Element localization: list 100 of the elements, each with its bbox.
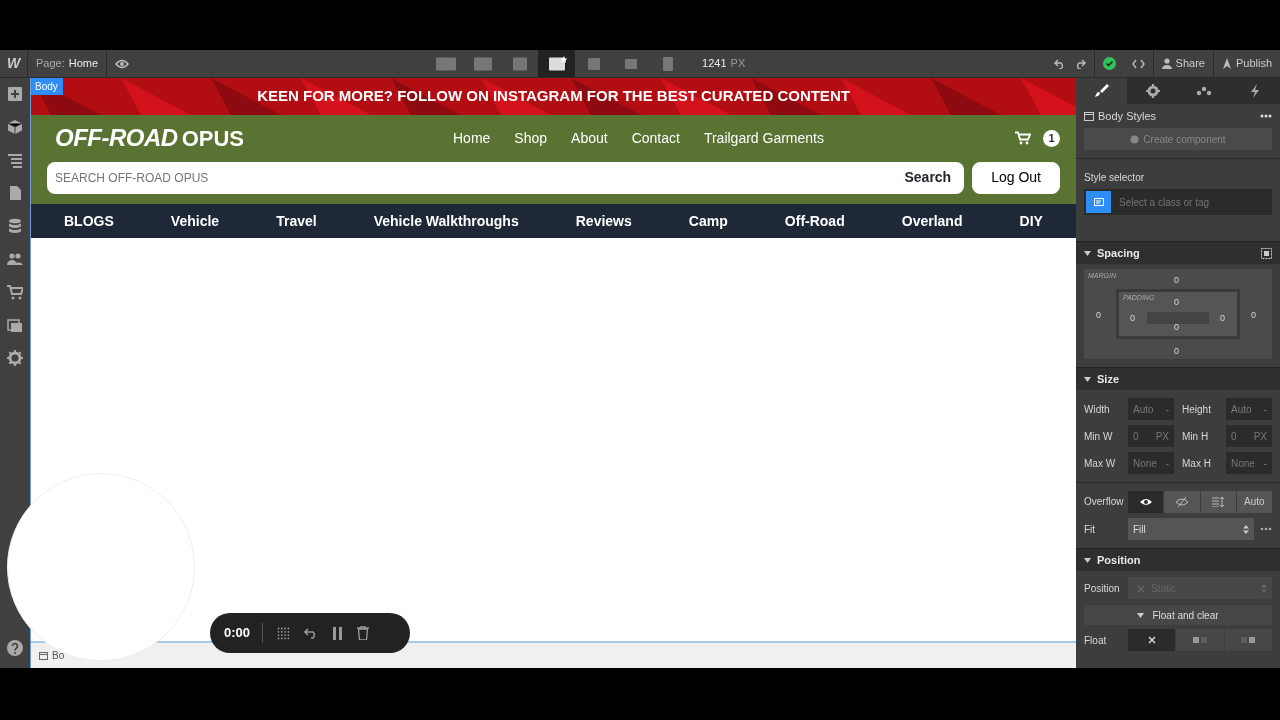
banner-text: KEEN FOR MORE? FOLLOW ON INSTAGRAM FOR THE BEST CURATED CONTENT	[257, 86, 850, 107]
style-title: Body Styles	[1098, 108, 1157, 124]
field-label: Min W	[1084, 429, 1114, 444]
fit-select[interactable]: Fill	[1128, 518, 1254, 540]
field-label: Fit	[1084, 522, 1097, 537]
category-link[interactable]: Travel	[276, 210, 317, 232]
spacing-value[interactable]: 0	[1130, 312, 1135, 326]
rocket-icon	[1221, 58, 1232, 69]
users-icon[interactable]	[7, 251, 23, 267]
nav-link[interactable]: Contact	[631, 127, 680, 149]
overflow-option[interactable]	[1128, 490, 1164, 513]
field-label: Max H	[1182, 456, 1212, 471]
spacing-value[interactable]: 0	[1096, 309, 1101, 323]
logo: W	[0, 50, 28, 77]
caret-icon	[1137, 612, 1145, 618]
code-icon[interactable]	[1131, 58, 1145, 69]
page-icon[interactable]	[7, 185, 23, 201]
pause-icon[interactable]	[332, 626, 344, 640]
device-icon	[434, 55, 457, 72]
device-icon	[471, 55, 494, 72]
panel-tab[interactable]	[1127, 78, 1178, 104]
section-title: Size	[1097, 371, 1119, 387]
field-label: Height	[1182, 402, 1212, 417]
category-link[interactable]: DIY	[1019, 210, 1043, 232]
spacing-value[interactable]: 0	[1174, 320, 1179, 334]
category-link[interactable]: Vehicle Walkthroughs	[373, 210, 519, 232]
breakpoint-button[interactable]	[538, 50, 576, 77]
nav-link[interactable]: Home	[453, 127, 491, 149]
field-label: Position	[1084, 581, 1121, 596]
field-label: Float	[1084, 633, 1108, 648]
category-link[interactable]: Off-Road	[784, 210, 845, 232]
cube-icon[interactable]	[7, 119, 23, 135]
component-icon	[1130, 134, 1140, 144]
field-label: Min H	[1182, 429, 1210, 444]
cart-icon[interactable]	[7, 284, 23, 300]
recording-time: 0:00	[224, 623, 264, 643]
select-arrows-icon	[1261, 583, 1267, 593]
section-title: Position	[1097, 552, 1141, 568]
layers-icon[interactable]	[7, 152, 23, 168]
trash-icon[interactable]	[357, 626, 370, 640]
category-link[interactable]: Vehicle	[170, 210, 220, 232]
category-link[interactable]: Reviews	[575, 210, 632, 232]
canvas-width: 1241	[702, 56, 727, 72]
nav-link[interactable]: About	[571, 127, 608, 149]
caret-icon	[1084, 557, 1091, 563]
style-selector-field[interactable]: Select a class or tag	[1117, 193, 1257, 211]
eye-icon[interactable]	[115, 59, 130, 70]
float-left-icon	[1193, 636, 1207, 644]
scroll-icon	[1211, 496, 1226, 507]
logo-wordmark: OFF-ROAD	[55, 123, 178, 153]
spacing-value[interactable]: 0	[1174, 344, 1179, 358]
publish-button[interactable]: Publish	[1212, 50, 1280, 77]
nav-link[interactable]: Shop	[514, 127, 548, 149]
add-icon[interactable]	[7, 86, 23, 102]
spacing-mode-icon[interactable]	[1261, 247, 1272, 259]
cart-icon[interactable]	[1015, 131, 1031, 145]
element-icon	[39, 651, 48, 660]
spacing-value[interactable]: 0	[1220, 312, 1225, 326]
undo-icon[interactable]	[1053, 58, 1066, 69]
element-tag: Body	[31, 78, 63, 95]
float-right-icon	[1241, 636, 1256, 644]
logout-button[interactable]: Log Out	[972, 161, 1060, 194]
category-link[interactable]: Overland	[901, 210, 963, 232]
settings-icon[interactable]	[7, 350, 23, 366]
search-field[interactable]: SEARCH OFF-ROAD OPUS Search	[47, 161, 965, 194]
caret-icon	[1084, 376, 1091, 382]
field-label: Style selector	[1084, 171, 1146, 185]
spacing-value[interactable]: 0	[1174, 296, 1179, 310]
share-button[interactable]: Share	[1152, 50, 1213, 77]
more-icon[interactable]	[1260, 527, 1272, 531]
selector-icon	[1093, 198, 1104, 206]
help-icon[interactable]	[7, 640, 23, 656]
database-icon[interactable]	[7, 218, 23, 234]
eye-icon	[1138, 496, 1153, 507]
field-label: Overflow	[1084, 495, 1125, 509]
spacing-value[interactable]: 0	[1251, 309, 1256, 323]
style-selector[interactable]: Select a class or tag	[1084, 189, 1272, 215]
caret-icon	[1084, 250, 1091, 256]
status-check-icon[interactable]	[1102, 57, 1116, 70]
grid-icon[interactable]	[277, 626, 291, 640]
field-label: Width	[1084, 402, 1111, 417]
images-icon[interactable]	[7, 317, 23, 333]
logo-wordmark: OPUS	[181, 125, 244, 153]
spacing-value[interactable]: 0	[1174, 274, 1179, 288]
page-name[interactable]: Home	[68, 55, 99, 72]
more-icon[interactable]	[1260, 114, 1272, 118]
settings-icon	[1144, 83, 1161, 99]
clear-icon	[1137, 584, 1145, 593]
search-button[interactable]: Search	[891, 160, 965, 195]
overflow-option[interactable]: Auto	[1236, 490, 1272, 513]
field-label: Max W	[1084, 456, 1117, 471]
breadcrumb-item[interactable]: Bo	[52, 648, 65, 663]
eye-slash-icon	[1174, 496, 1189, 507]
brush-icon	[1093, 83, 1110, 99]
section-title: Spacing	[1097, 245, 1140, 261]
category-link[interactable]: Camp	[688, 210, 728, 232]
width-unit: PX	[730, 56, 746, 72]
category-link[interactable]: BLOGS	[64, 210, 114, 232]
element-icon	[1084, 111, 1094, 121]
nav-link[interactable]: Trailgard Garments	[703, 127, 824, 149]
